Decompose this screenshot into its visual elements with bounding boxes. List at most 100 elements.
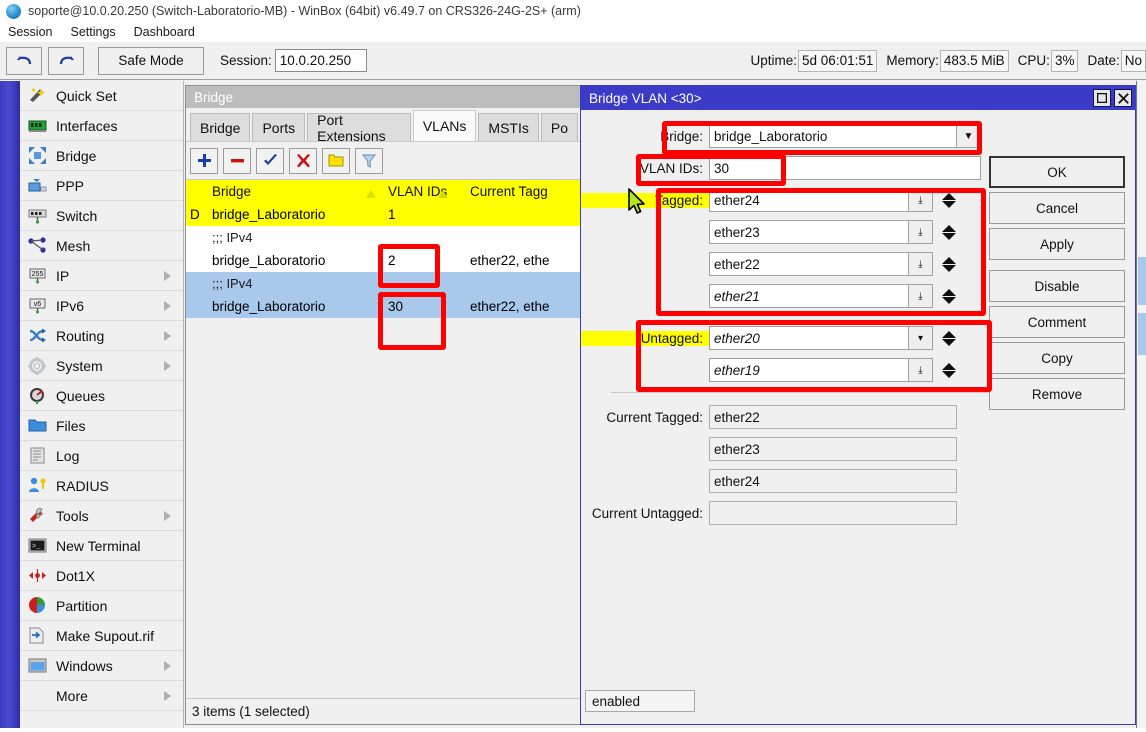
session-label: Session: — [220, 53, 272, 68]
tagged-stepper[interactable] — [938, 284, 960, 308]
untagged-dropdown-button[interactable]: ▾ — [909, 326, 933, 350]
apply-button[interactable]: Apply — [989, 228, 1125, 260]
sidebar-item-interfaces[interactable]: Interfaces — [20, 111, 183, 141]
bridge-field-label: Bridge: — [581, 129, 709, 144]
ok-button[interactable]: OK — [989, 156, 1125, 188]
sidebar-item-mesh[interactable]: Mesh — [20, 231, 183, 261]
sidebar-item-quick-set[interactable]: Quick Set — [20, 81, 183, 111]
tagged-field-input[interactable]: ether22 — [709, 252, 909, 276]
sidebar-item-ip[interactable]: 255 IP — [20, 261, 183, 291]
sidebar-item-label: Make Supout.rif — [56, 628, 154, 644]
untagged-stepper[interactable] — [938, 326, 960, 350]
tagged-field-input[interactable]: ether23 — [709, 220, 909, 244]
add-button[interactable] — [190, 148, 218, 174]
session-address-field[interactable]: 10.0.20.250 — [275, 49, 367, 72]
table-row-comment[interactable]: ;;; IPv4 — [186, 272, 580, 295]
disable-button[interactable]: Disable — [989, 270, 1125, 302]
undo-icon[interactable] — [6, 47, 42, 75]
tagged-dropdown-button[interactable]: ⤓ — [909, 284, 933, 308]
row-bridge: bridge_Laboratorio — [204, 253, 382, 268]
table-row[interactable]: D bridge_Laboratorio 1 — [186, 203, 580, 226]
routing-icon — [26, 326, 48, 346]
tagged-dropdown-button[interactable]: ⤓ — [909, 252, 933, 276]
safe-mode-button[interactable]: Safe Mode — [98, 47, 204, 75]
cancel-button[interactable]: Cancel — [989, 192, 1125, 224]
chevron-right-icon — [164, 511, 171, 521]
sidebar-item-switch[interactable]: Switch — [20, 201, 183, 231]
sidebar-item-bridge[interactable]: Bridge — [20, 141, 183, 171]
cpu-label: CPU: — [1018, 53, 1050, 68]
vlan-ids-field-label: VLAN IDs: — [581, 161, 709, 176]
sidebar-item-more[interactable]: More — [20, 681, 183, 711]
menu-item-settings[interactable]: Settings — [61, 22, 124, 42]
bridge-field-input[interactable]: bridge_Laboratorio — [709, 124, 957, 148]
background-scrollbar-track[interactable] — [1138, 81, 1146, 732]
tagged-field-input[interactable]: ether24 — [709, 188, 909, 212]
bridge-vlans-toolbar — [186, 142, 580, 180]
comment-button[interactable] — [322, 148, 350, 174]
background-scrollbar-thumb[interactable] — [1138, 313, 1146, 355]
sidebar-item-ppp[interactable]: PPP — [20, 171, 183, 201]
untagged-field-input[interactable]: ether19 — [709, 358, 909, 382]
untagged-dropdown-button[interactable]: ⤓ — [909, 358, 933, 382]
menu-item-dashboard[interactable]: Dashboard — [125, 22, 204, 42]
enable-button[interactable] — [256, 148, 284, 174]
sidebar-item-partition[interactable]: Partition — [20, 591, 183, 621]
sidebar-item-label: Tools — [56, 508, 89, 524]
untagged-stepper[interactable] — [938, 358, 960, 382]
tagged-dropdown-button[interactable]: ⤓ — [909, 220, 933, 244]
comment-button[interactable]: Comment — [989, 306, 1125, 338]
table-row[interactable]: bridge_Laboratorio 2 ether22, ethe — [186, 249, 580, 272]
sidebar-item-routing[interactable]: Routing — [20, 321, 183, 351]
column-header-current-tagged: Current Tagg — [464, 184, 580, 199]
remove-button[interactable]: Remove — [989, 378, 1125, 410]
table-row-comment[interactable]: ;;; IPv4 — [186, 226, 580, 249]
sidebar-item-tools[interactable]: Tools — [20, 501, 183, 531]
sidebar-item-make-supout[interactable]: Make Supout.rif — [20, 621, 183, 651]
tab-port-extensions[interactable]: Port Extensions — [307, 113, 411, 141]
close-icon[interactable] — [1114, 89, 1132, 107]
sidebar-item-files[interactable]: Files — [20, 411, 183, 441]
copy-button[interactable]: Copy — [989, 342, 1125, 374]
column-header-bridge[interactable]: Bridge — [204, 184, 382, 199]
sidebar-item-log[interactable]: Log — [20, 441, 183, 471]
sidebar-item-dot1x[interactable]: Dot1X — [20, 561, 183, 591]
dialog-title-bar: Bridge VLAN <30> — [581, 86, 1135, 110]
current-tagged-value: ether24 — [709, 469, 957, 493]
vlan-ids-field-input[interactable]: 30 — [709, 156, 981, 180]
chevron-right-icon — [164, 661, 171, 671]
tagged-dropdown-button[interactable]: ⤓ — [909, 188, 933, 212]
current-untagged-value — [709, 501, 957, 525]
folder-icon — [26, 416, 48, 436]
row-bridge: bridge_Laboratorio — [204, 207, 382, 222]
bridge-dropdown-button[interactable]: ▼ — [957, 124, 981, 148]
tagged-stepper[interactable] — [938, 252, 960, 276]
sidebar-item-queues[interactable]: Queues — [20, 381, 183, 411]
untagged-field-input[interactable]: ether20 — [709, 326, 909, 350]
sidebar-item-new-terminal[interactable]: >_ New Terminal — [20, 531, 183, 561]
tab-ports[interactable]: Ports — [252, 113, 305, 141]
redo-icon[interactable] — [48, 47, 84, 75]
supout-icon — [26, 626, 48, 646]
disable-button[interactable] — [289, 148, 317, 174]
sidebar-item-ipv6[interactable]: v6 IPv6 — [20, 291, 183, 321]
maximize-icon[interactable] — [1093, 89, 1111, 107]
table-row[interactable]: bridge_Laboratorio 30 ether22, ethe — [186, 295, 580, 318]
sidebar-item-label: Queues — [56, 388, 105, 404]
remove-button[interactable] — [223, 148, 251, 174]
filter-button[interactable] — [355, 148, 383, 174]
tab-port-mst[interactable]: Po — [541, 113, 578, 141]
tagged-field-input[interactable]: ether21 — [709, 284, 909, 308]
sidebar-item-windows[interactable]: Windows — [20, 651, 183, 681]
tab-bridge[interactable]: Bridge — [190, 113, 250, 141]
tab-vlans[interactable]: VLANs — [413, 110, 477, 141]
menu-item-session[interactable]: Session — [0, 22, 61, 42]
sidebar-item-system[interactable]: System — [20, 351, 183, 381]
tab-mstis[interactable]: MSTIs — [478, 113, 538, 141]
background-scrollbar-thumb[interactable] — [1138, 257, 1146, 305]
tagged-stepper[interactable] — [938, 188, 960, 212]
column-header-vlan-ids[interactable]: VLAN IDs — [382, 184, 464, 199]
sidebar-item-radius[interactable]: RADIUS — [20, 471, 183, 501]
tagged-stepper[interactable] — [938, 220, 960, 244]
uptime-label: Uptime: — [751, 53, 798, 68]
